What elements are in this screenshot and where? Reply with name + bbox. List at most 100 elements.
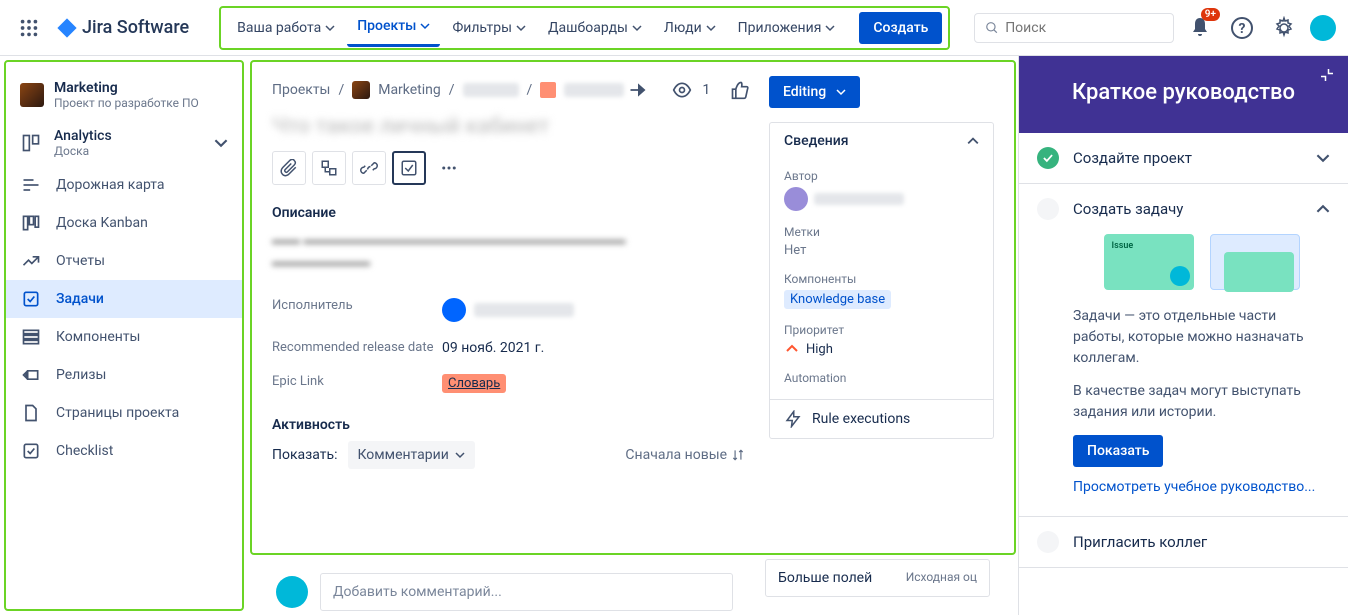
guide-step-create-issue: Создать задачу Issue Задачи — это отдель… [1019, 184, 1348, 517]
search-field[interactable] [1005, 20, 1163, 36]
logo-text: Jira Software [82, 17, 189, 38]
assignee-label: Исполнитель [272, 298, 442, 322]
description-blurred: ▬▬ ▬▬▬▬▬▬▬▬▬▬▬▬▬▬▬▬▬▬▬▬▬▬▬▬▬▬▬▬▬▬ [272, 229, 745, 274]
minimize-icon[interactable] [1318, 66, 1336, 84]
assignee-avatar [442, 298, 466, 322]
guide-text-1: Задачи — это отдельные части работы, кот… [1073, 306, 1330, 369]
nav-your-work[interactable]: Ваша работа [227, 14, 345, 42]
breadcrumb-projects[interactable]: Проекты [272, 82, 330, 98]
activity-sort[interactable]: Сначала новые [625, 447, 745, 463]
component-tag[interactable]: Knowledge base [784, 290, 891, 309]
sidebar-item-issues[interactable]: Задачи [6, 280, 242, 318]
user-avatar[interactable] [1310, 15, 1336, 41]
check-pending-icon [1037, 531, 1059, 553]
reports-icon [20, 251, 42, 271]
automation-rule-executions[interactable]: Rule executions [770, 399, 993, 438]
activity-show-label: Показать: [272, 447, 338, 463]
chevron-down-icon [836, 87, 846, 97]
chevron-down-icon [516, 23, 526, 33]
breadcrumb-project-avatar [352, 81, 370, 99]
chevron-down-icon [632, 23, 642, 33]
nav-dashboards[interactable]: Дашбоарды [538, 14, 652, 42]
watch-count: 1 [702, 82, 710, 98]
author-label: Автор [784, 169, 979, 183]
chevron-down-icon [420, 21, 430, 31]
sidebar-item-kanban[interactable]: Доска Kanban [6, 204, 242, 242]
sidebar-item-roadmap[interactable]: Дорожная карта [6, 166, 242, 204]
nav-people[interactable]: Люди [654, 14, 726, 42]
sidebar-item-releases[interactable]: Релизы [6, 356, 242, 394]
app-switcher-icon[interactable] [12, 11, 46, 45]
activity-label: Активность [272, 417, 745, 433]
search-input[interactable] [974, 13, 1174, 43]
details-panel-header[interactable]: Сведения [770, 123, 993, 159]
feedback-icon[interactable] [624, 76, 652, 104]
release-date-value[interactable]: 09 нояб. 2021 г. [442, 340, 745, 356]
components-icon [20, 327, 42, 347]
top-navigation: Jira Software Ваша работа Проекты Фильтр… [0, 0, 1348, 56]
chevron-down-icon [325, 23, 335, 33]
help-icon[interactable]: ? [1226, 12, 1258, 44]
create-button[interactable]: Создать [859, 12, 942, 44]
labels-label: Метки [784, 225, 979, 239]
board-selector[interactable]: Analytics Доска [6, 120, 242, 166]
breadcrumbs: Проекты / Marketing / / [272, 81, 624, 99]
check-pending-icon [1037, 198, 1059, 220]
main-nav: Ваша работа Проекты Фильтры Дашбоарды Лю… [219, 6, 950, 50]
status-dropdown[interactable]: Editing [769, 76, 860, 108]
guide-step-create-project: Создайте проект [1019, 129, 1348, 184]
assignee-value[interactable] [442, 298, 745, 322]
labels-value[interactable]: Нет [784, 243, 979, 258]
sidebar-item-reports[interactable]: Отчеты [6, 242, 242, 280]
jira-logo[interactable]: Jira Software [50, 17, 195, 39]
epic-link-tag[interactable]: Словарь [442, 374, 506, 393]
sidebar-item-pages[interactable]: Страницы проекта [6, 394, 242, 432]
chevron-up-icon [1316, 202, 1330, 216]
nav-apps[interactable]: Приложения [728, 14, 846, 42]
kanban-icon [20, 213, 42, 233]
guide-step-invite: Пригласить коллег [1019, 517, 1348, 568]
guide-illustration: Issue [1073, 234, 1330, 290]
comment-input[interactable]: Добавить комментарий... [320, 573, 733, 611]
nav-projects[interactable]: Проекты [347, 12, 440, 47]
show-me-button[interactable]: Показать [1073, 435, 1163, 467]
tutorial-link[interactable]: Просмотреть учебное руководство... [1073, 477, 1330, 498]
author-value[interactable] [784, 187, 979, 211]
details-panel: Сведения Автор Метки Нет Комп [769, 122, 994, 439]
settings-icon[interactable] [1268, 12, 1300, 44]
attach-button[interactable] [272, 151, 306, 185]
activity-filter-dropdown[interactable]: Комментарии [348, 441, 475, 469]
link-button[interactable] [352, 151, 386, 185]
nav-filters[interactable]: Фильтры [442, 14, 536, 42]
breadcrumb-blurred [463, 83, 519, 97]
pages-icon [20, 403, 42, 423]
lightning-icon [784, 410, 802, 428]
sort-icon [731, 448, 745, 462]
more-fields-panel[interactable]: Больше полей Исходная оц [765, 559, 990, 597]
jira-icon [56, 17, 78, 39]
release-date-label: Recommended release date [272, 340, 442, 356]
roadmap-icon [20, 175, 42, 195]
project-sidebar: Marketing Проект по разработке ПО Analyt… [4, 60, 244, 611]
sidebar-item-components[interactable]: Компоненты [6, 318, 242, 356]
chevron-down-icon [1316, 151, 1330, 165]
breadcrumb-project[interactable]: Marketing [378, 82, 441, 98]
project-header[interactable]: Marketing Проект по разработке ПО [6, 70, 242, 120]
priority-high-icon [784, 341, 800, 357]
releases-icon [20, 365, 42, 385]
description-label: Описание [272, 205, 745, 221]
priority-value[interactable]: High [784, 341, 979, 357]
sidebar-item-checklist[interactable]: Checklist [6, 432, 242, 470]
project-avatar [20, 83, 44, 107]
comment-user-avatar [276, 576, 308, 608]
more-tools-button[interactable] [432, 151, 466, 185]
subtask-button[interactable] [312, 151, 346, 185]
epic-link-label: Epic Link [272, 374, 442, 393]
checkbox-button[interactable] [392, 151, 426, 185]
notifications-icon[interactable]: 9+ [1184, 12, 1216, 44]
priority-label: Приоритет [784, 323, 979, 337]
issue-view: Проекты / Marketing / / 1 [250, 60, 1016, 555]
watch-icon[interactable] [668, 76, 696, 104]
issue-toolbar [272, 151, 745, 185]
vote-icon[interactable] [726, 76, 754, 104]
